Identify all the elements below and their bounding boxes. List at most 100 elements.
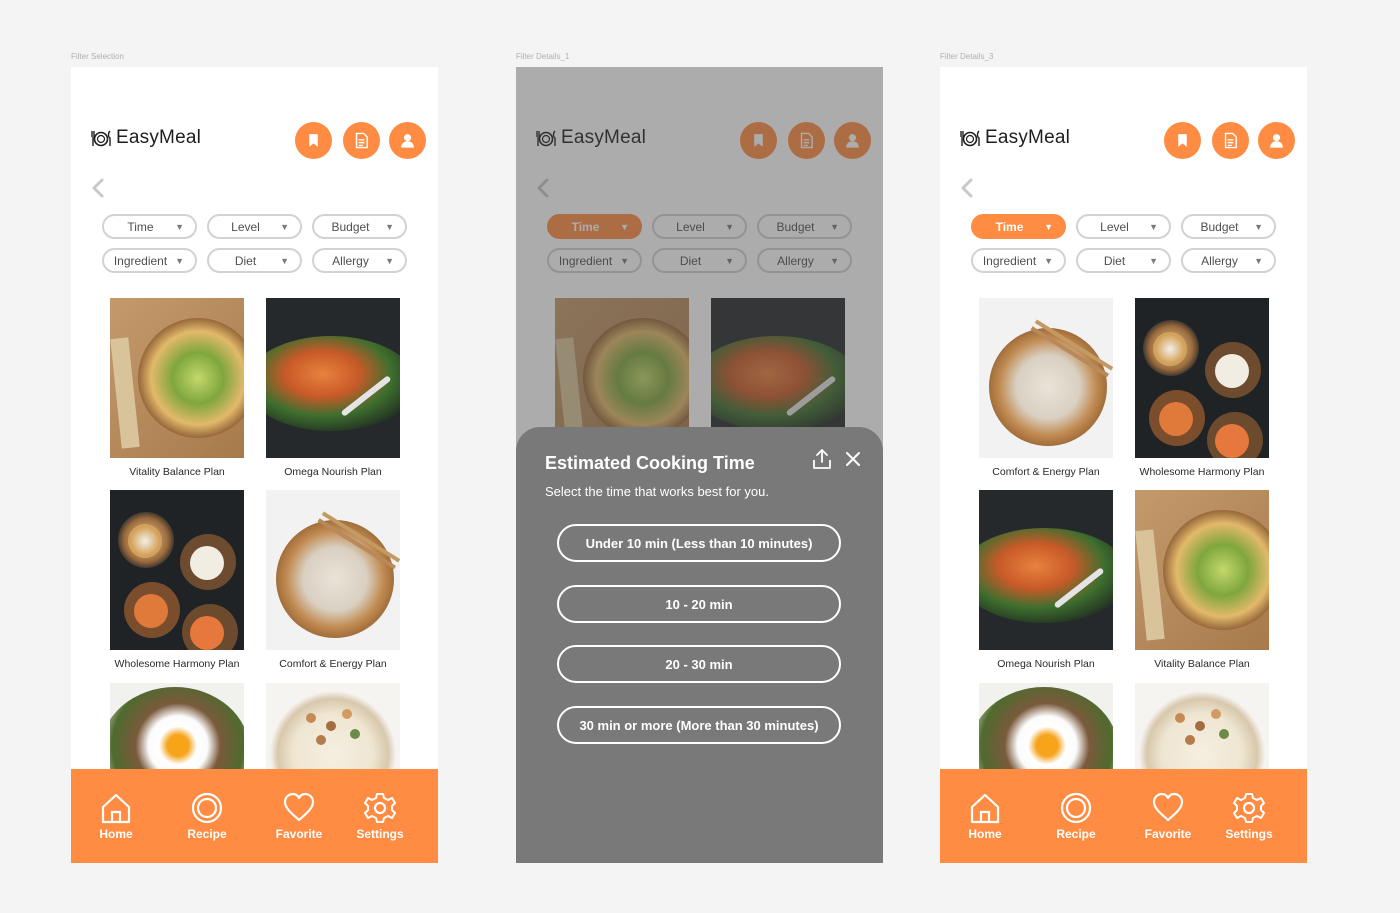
document-icon [353, 132, 370, 149]
bookmark-icon [305, 132, 322, 149]
filter-time[interactable]: Time ▼ [971, 214, 1066, 239]
app-logo: EasyMeal [90, 127, 201, 149]
close-icon[interactable] [846, 452, 860, 466]
recipe-name: Wholesome Harmony Plan [1139, 466, 1265, 478]
recipe-icon [1059, 791, 1093, 825]
heart-icon [282, 791, 316, 825]
filter-label: Ingredient [113, 253, 168, 268]
dish-icon [960, 130, 980, 147]
caret-down-icon: ▼ [1044, 222, 1053, 232]
recipe-card[interactable]: Comfort & Energy Plan [979, 298, 1113, 478]
frame-label: Filter Details_1 [516, 52, 570, 61]
filter-label: Diet [234, 253, 257, 268]
time-option-button[interactable]: Under 10 min (Less than 10 minutes) [557, 524, 841, 562]
caret-down-icon: ▼ [280, 222, 289, 232]
caret-down-icon: ▼ [385, 256, 394, 266]
home-icon [968, 791, 1002, 825]
recipe-card[interactable]: Comfort & Energy Plan [266, 490, 400, 670]
nav-favorite[interactable]: Favorite [259, 789, 339, 841]
recipe-card[interactable]: Omega Nourish Plan [266, 298, 400, 478]
share-icon[interactable] [812, 448, 832, 470]
recipe-card[interactable]: Vitality Balance Plan [1135, 490, 1269, 670]
recipe-image [110, 490, 244, 650]
filter-allergy[interactable]: Allergy ▼ [1181, 248, 1276, 273]
app-name: EasyMeal [985, 127, 1071, 148]
recipe-name: Omega Nourish Plan [284, 466, 382, 478]
nav-label: Settings [356, 827, 404, 841]
heart-icon [1151, 791, 1185, 825]
recipe-image [110, 298, 244, 458]
filter-budget[interactable]: Budget ▼ [312, 214, 407, 239]
recipe-card[interactable]: Vitality Balance Plan [110, 298, 244, 478]
filter-label: Budget [331, 219, 370, 234]
recipe-card[interactable]: Wholesome Harmony Plan [1135, 298, 1269, 478]
caret-down-icon: ▼ [280, 256, 289, 266]
filter-ingredient[interactable]: Ingredient ▼ [102, 248, 197, 273]
nav-label: Recipe [1056, 827, 1096, 841]
phone-screen: EasyMeal Time ▼ Level ▼ Budget ▼ Ingredient ▼ Die… [516, 67, 883, 863]
filter-label: Time [127, 219, 154, 234]
nav-label: Home [99, 827, 133, 841]
filter-label: Level [1100, 219, 1129, 234]
filter-diet[interactable]: Diet ▼ [207, 248, 302, 273]
nav-label: Home [968, 827, 1002, 841]
recipe-image [979, 298, 1113, 458]
nav-recipe[interactable]: Recipe [167, 789, 247, 841]
time-option-button[interactable]: 10 - 20 min [557, 585, 841, 623]
document-button[interactable] [1212, 122, 1249, 159]
nav-settings[interactable]: Settings [1209, 789, 1289, 841]
filter-time[interactable]: Time ▼ [102, 214, 197, 239]
recipe-card[interactable]: Wholesome Harmony Plan [110, 490, 244, 670]
bookmark-button[interactable] [295, 122, 332, 159]
filter-label: Time [995, 219, 1024, 234]
recipe-image [979, 490, 1113, 650]
time-option-button[interactable]: 20 - 30 min [557, 645, 841, 683]
nav-favorite[interactable]: Favorite [1128, 789, 1208, 841]
caret-down-icon: ▼ [1044, 256, 1053, 266]
back-chevron-icon[interactable] [958, 177, 976, 199]
filter-label: Level [231, 219, 260, 234]
filter-label: Diet [1103, 253, 1126, 268]
nav-recipe[interactable]: Recipe [1036, 789, 1116, 841]
caret-down-icon: ▼ [385, 222, 394, 232]
filter-level[interactable]: Level ▼ [207, 214, 302, 239]
cooking-time-sheet: Estimated Cooking Time Select the time th… [516, 427, 883, 863]
bookmark-icon [1174, 132, 1191, 149]
caret-down-icon: ▼ [1149, 222, 1158, 232]
nav-label: Settings [1225, 827, 1273, 841]
filter-diet[interactable]: Diet ▼ [1076, 248, 1171, 273]
nav-home[interactable]: Home [945, 789, 1025, 841]
nav-settings[interactable]: Settings [340, 789, 420, 841]
recipe-card[interactable]: Omega Nourish Plan [979, 490, 1113, 670]
filter-level[interactable]: Level ▼ [1076, 214, 1171, 239]
filter-ingredient[interactable]: Ingredient ▼ [971, 248, 1066, 273]
dish-icon [91, 130, 111, 147]
document-icon [1222, 132, 1239, 149]
recipe-icon [190, 791, 224, 825]
user-button[interactable] [1258, 122, 1295, 159]
recipe-name: Omega Nourish Plan [997, 658, 1095, 670]
nav-home[interactable]: Home [76, 789, 156, 841]
back-chevron-icon[interactable] [89, 177, 107, 199]
nav-label: Recipe [187, 827, 227, 841]
document-button[interactable] [343, 122, 380, 159]
caret-down-icon: ▼ [1254, 256, 1263, 266]
nav-label: Favorite [275, 827, 323, 841]
caret-down-icon: ▼ [1149, 256, 1158, 266]
app-logo: EasyMeal [959, 127, 1070, 149]
recipe-name: Comfort & Energy Plan [279, 658, 387, 670]
recipe-name: Vitality Balance Plan [129, 466, 225, 478]
filter-budget[interactable]: Budget ▼ [1181, 214, 1276, 239]
filter-label: Allergy [1201, 253, 1238, 268]
caret-down-icon: ▼ [175, 256, 184, 266]
filter-label: Allergy [332, 253, 369, 268]
user-button[interactable] [389, 122, 426, 159]
recipe-image [266, 298, 400, 458]
nav-label: Favorite [1144, 827, 1192, 841]
filter-allergy[interactable]: Allergy ▼ [312, 248, 407, 273]
phone-screen: EasyMeal Time ▼ Level ▼ Budget ▼ Ingredient ▼ Die… [71, 67, 438, 863]
caret-down-icon: ▼ [1254, 222, 1263, 232]
bookmark-button[interactable] [1164, 122, 1201, 159]
time-option-button[interactable]: 30 min or more (More than 30 minutes) [557, 706, 841, 744]
recipe-name: Wholesome Harmony Plan [114, 658, 240, 670]
